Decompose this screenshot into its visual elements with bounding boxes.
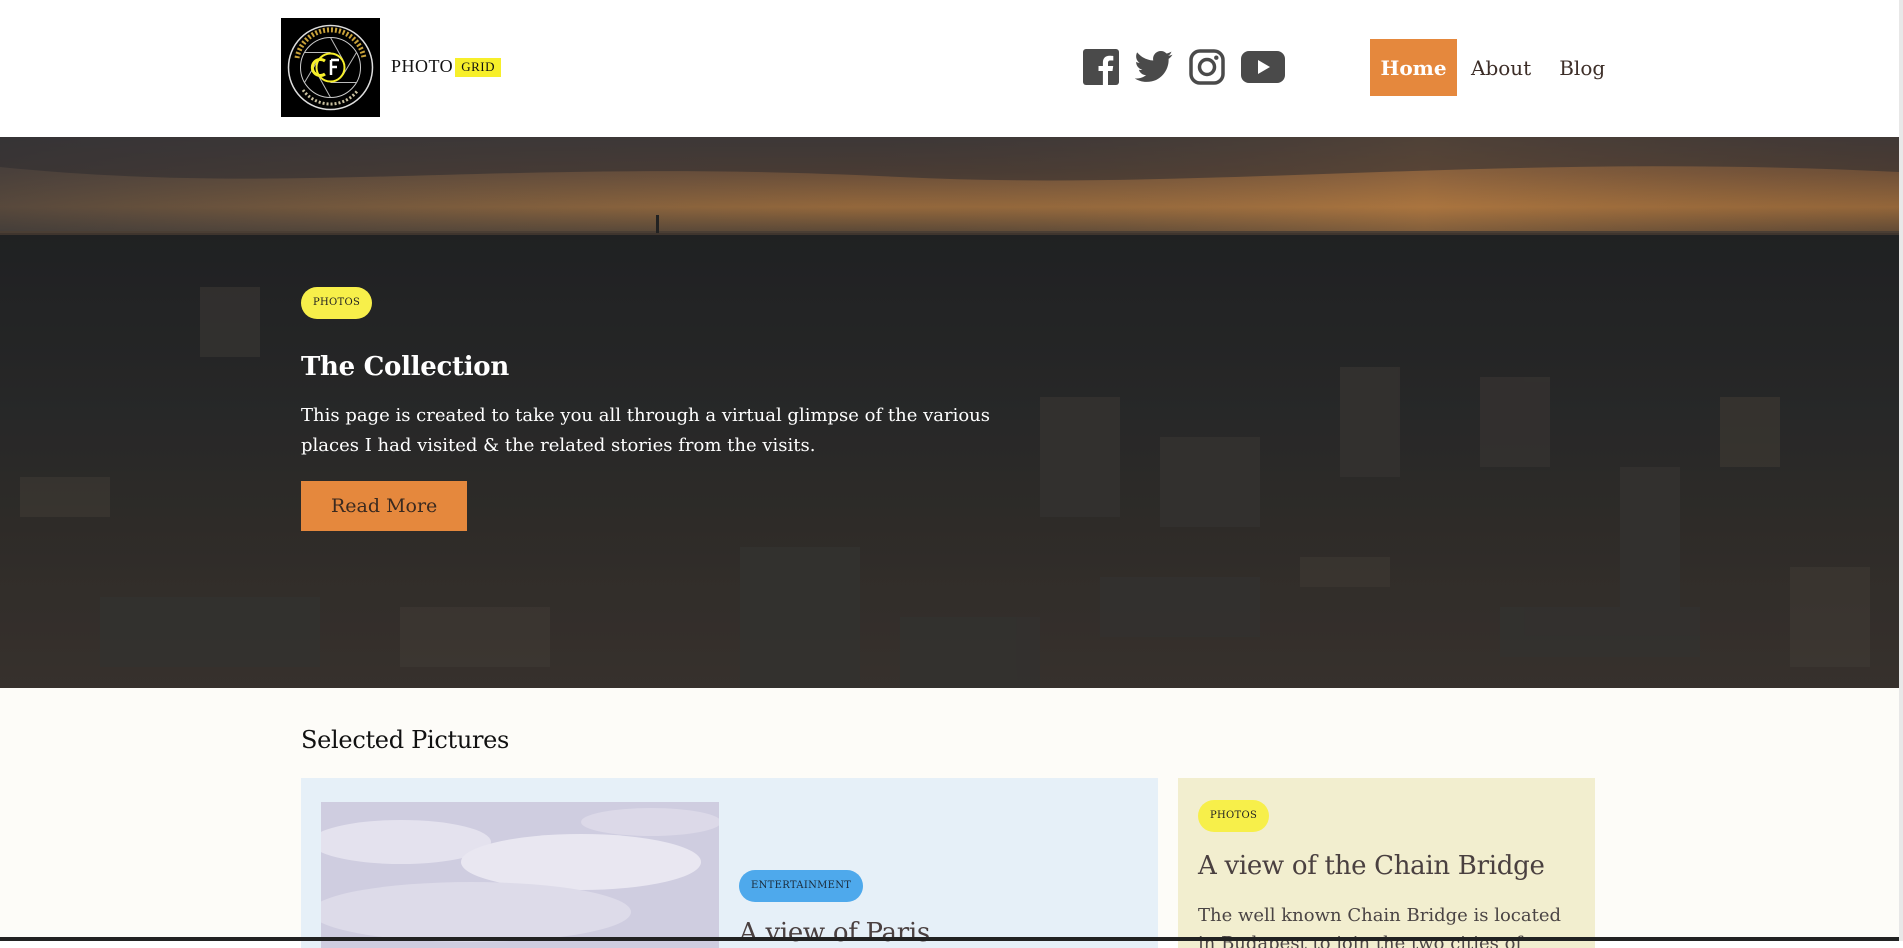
instagram-icon [1189, 49, 1225, 85]
hero-banner: PHOTOS The Collection This page is creat… [0, 137, 1899, 688]
window-bottom-edge [0, 937, 1899, 941]
youtube-link[interactable] [1241, 48, 1285, 86]
card-title[interactable]: A view of the Chain Bridge [1198, 851, 1583, 881]
twitter-link[interactable] [1135, 48, 1173, 86]
card-title[interactable]: A view of Paris [739, 918, 930, 948]
site-logo[interactable] [281, 18, 380, 117]
paris-thumbnail-image[interactable] [321, 802, 719, 948]
instagram-link[interactable] [1188, 48, 1226, 86]
youtube-icon [1241, 51, 1285, 83]
brand-name[interactable]: PHOTO GRID [391, 56, 501, 77]
card-category-badge[interactable]: ENTERTAINMENT [739, 870, 864, 902]
hero-description: This page is created to take you all thr… [301, 405, 991, 456]
hero-title: The Collection [301, 352, 509, 382]
nav-home[interactable]: Home [1370, 39, 1457, 96]
brand-tag: GRID [455, 58, 501, 77]
side-card[interactable]: PHOTOS A view of the Chain Bridge The we… [1178, 778, 1595, 948]
vertical-scrollbar[interactable] [1899, 0, 1903, 941]
nav-blog[interactable]: Blog [1545, 39, 1619, 96]
brand-text: PHOTO [391, 56, 454, 76]
social-links [1082, 48, 1285, 86]
card-excerpt: The well known Chain Bridge is located i… [1198, 905, 1562, 948]
site-header: PHOTO GRID Home About Blog [0, 0, 1903, 137]
card-category-badge[interactable]: PHOTOS [1198, 800, 1270, 832]
selected-pictures-section: Selected Pictures ENTERTAINMENT A view o… [0, 688, 1899, 948]
cloudy-sky-image [321, 802, 719, 948]
hero-content: PHOTOS The Collection This page is creat… [301, 287, 1001, 531]
read-more-button[interactable]: Read More [301, 481, 468, 531]
main-nav: Home About Blog [1370, 39, 1619, 96]
facebook-icon [1083, 49, 1119, 85]
hero-category-badge[interactable]: PHOTOS [301, 287, 373, 319]
featured-card[interactable]: ENTERTAINMENT A view of Paris [301, 778, 1158, 948]
side-card-body: PHOTOS A view of the Chain Bridge The we… [1198, 800, 1583, 948]
facebook-link[interactable] [1082, 48, 1120, 86]
twitter-icon [1135, 50, 1173, 82]
section-title: Selected Pictures [301, 726, 510, 754]
nav-about[interactable]: About [1457, 39, 1545, 96]
camera-shutter-logo-icon [281, 18, 380, 117]
